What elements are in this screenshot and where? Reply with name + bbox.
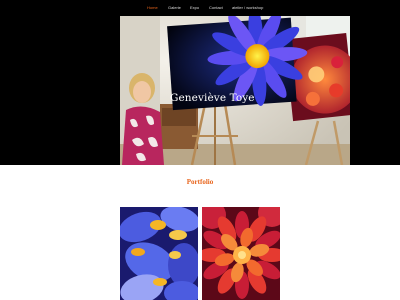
hero-section: Home Galerie Expo Contact atelier / work… [0, 0, 400, 165]
nav-item-home[interactable]: Home [147, 5, 158, 10]
nav-item-galerie[interactable]: Galerie [168, 5, 181, 10]
main-nav: Home Galerie Expo Contact atelier / work… [120, 0, 350, 16]
portfolio-heading: Portfolio [186, 178, 214, 186]
nav-item-expo[interactable]: Expo [190, 5, 199, 10]
portfolio-item-dahlia[interactable] [202, 207, 280, 300]
nav-item-contact[interactable]: Contact [209, 5, 223, 10]
hero-artist-name: Geneviève Toye [170, 92, 255, 104]
hero-photo [120, 16, 350, 165]
nav-item-atelier[interactable]: atelier / workshop [232, 5, 263, 10]
portfolio-item-iris[interactable] [120, 207, 198, 300]
